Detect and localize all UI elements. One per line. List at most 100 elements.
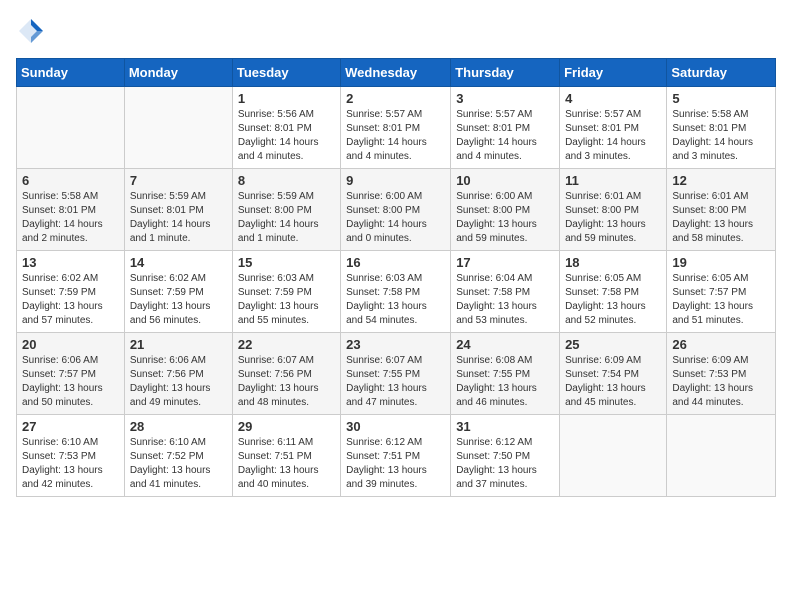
day-number: 14	[130, 255, 227, 270]
day-info: Sunrise: 6:12 AM Sunset: 7:51 PM Dayligh…	[346, 436, 445, 492]
calendar-cell: 13 Sunrise: 6:02 AM Sunset: 7:59 PM Dayli…	[17, 251, 125, 333]
calendar-cell: 8 Sunrise: 5:59 AM Sunset: 8:00 PM Daylig…	[232, 169, 340, 251]
calendar-header-wednesday: Wednesday	[341, 59, 451, 87]
day-info: Sunrise: 5:58 AM Sunset: 8:01 PM Dayligh…	[22, 190, 119, 246]
day-number: 13	[22, 255, 119, 270]
calendar-cell: 10Sunrise: 6:00 AM Sunset: 8:00 PM Dayli…	[451, 169, 560, 251]
calendar-cell: 2 Sunrise: 5:57 AM Sunset: 8:01 PM Daylig…	[341, 87, 451, 169]
calendar-header-monday: Monday	[124, 59, 232, 87]
calendar-table: SundayMondayTuesdayWednesdayThursdayFrid…	[16, 58, 776, 497]
day-number: 20	[22, 337, 119, 352]
calendar-cell	[667, 415, 776, 497]
day-info: Sunrise: 6:09 AM Sunset: 7:54 PM Dayligh…	[565, 354, 661, 410]
day-info: Sunrise: 6:11 AM Sunset: 7:51 PM Dayligh…	[238, 436, 335, 492]
calendar-cell	[17, 87, 125, 169]
day-number: 19	[672, 255, 770, 270]
day-number: 8	[238, 173, 335, 188]
calendar-cell: 17 Sunrise: 6:04 AM Sunset: 7:58 PM Dayli…	[451, 251, 560, 333]
day-info: Sunrise: 6:00 AM Sunset: 8:00 PM Dayligh…	[346, 190, 445, 246]
calendar-week-row: 6 Sunrise: 5:58 AM Sunset: 8:01 PM Daylig…	[17, 169, 776, 251]
calendar-cell: 11Sunrise: 6:01 AM Sunset: 8:00 PM Dayli…	[560, 169, 667, 251]
day-info: Sunrise: 5:57 AM Sunset: 8:01 PM Dayligh…	[456, 108, 554, 164]
day-info: Sunrise: 6:04 AM Sunset: 7:58 PM Dayligh…	[456, 272, 554, 328]
day-info: Sunrise: 6:00 AM Sunset: 8:00 PM Dayligh…	[456, 190, 554, 246]
calendar-cell: 12 Sunrise: 6:01 AM Sunset: 8:00 PM Dayli…	[667, 169, 776, 251]
day-info: Sunrise: 5:57 AM Sunset: 8:01 PM Dayligh…	[346, 108, 445, 164]
calendar-week-row: 27Sunrise: 6:10 AM Sunset: 7:53 PM Dayli…	[17, 415, 776, 497]
day-number: 4	[565, 91, 661, 106]
day-info: Sunrise: 5:58 AM Sunset: 8:01 PM Dayligh…	[672, 108, 770, 164]
calendar-week-row: 20 Sunrise: 6:06 AM Sunset: 7:57 PM Dayli…	[17, 333, 776, 415]
day-number: 9	[346, 173, 445, 188]
day-info: Sunrise: 6:10 AM Sunset: 7:53 PM Dayligh…	[22, 436, 119, 492]
day-info: Sunrise: 6:03 AM Sunset: 7:58 PM Dayligh…	[346, 272, 445, 328]
calendar-cell: 24 Sunrise: 6:08 AM Sunset: 7:55 PM Dayli…	[451, 333, 560, 415]
day-number: 5	[672, 91, 770, 106]
day-number: 18	[565, 255, 661, 270]
day-info: Sunrise: 6:01 AM Sunset: 8:00 PM Dayligh…	[565, 190, 661, 246]
logo-icon	[16, 16, 46, 46]
day-info: Sunrise: 6:08 AM Sunset: 7:55 PM Dayligh…	[456, 354, 554, 410]
calendar-header-sunday: Sunday	[17, 59, 125, 87]
calendar-cell: 16 Sunrise: 6:03 AM Sunset: 7:58 PM Dayli…	[341, 251, 451, 333]
calendar-cell: 30 Sunrise: 6:12 AM Sunset: 7:51 PM Dayli…	[341, 415, 451, 497]
calendar-cell: 9 Sunrise: 6:00 AM Sunset: 8:00 PM Daylig…	[341, 169, 451, 251]
calendar-cell: 4 Sunrise: 5:57 AM Sunset: 8:01 PM Daylig…	[560, 87, 667, 169]
calendar-cell: 3Sunrise: 5:57 AM Sunset: 8:01 PM Daylig…	[451, 87, 560, 169]
day-number: 28	[130, 419, 227, 434]
calendar-cell: 18 Sunrise: 6:05 AM Sunset: 7:58 PM Dayli…	[560, 251, 667, 333]
calendar-cell: 21 Sunrise: 6:06 AM Sunset: 7:56 PM Dayli…	[124, 333, 232, 415]
calendar-header-tuesday: Tuesday	[232, 59, 340, 87]
day-info: Sunrise: 5:59 AM Sunset: 8:01 PM Dayligh…	[130, 190, 227, 246]
day-number: 15	[238, 255, 335, 270]
calendar-cell: 6 Sunrise: 5:58 AM Sunset: 8:01 PM Daylig…	[17, 169, 125, 251]
day-number: 29	[238, 419, 335, 434]
calendar-cell: 15 Sunrise: 6:03 AM Sunset: 7:59 PM Dayli…	[232, 251, 340, 333]
calendar-cell: 5 Sunrise: 5:58 AM Sunset: 8:01 PM Daylig…	[667, 87, 776, 169]
day-number: 16	[346, 255, 445, 270]
day-number: 1	[238, 91, 335, 106]
calendar-cell: 26Sunrise: 6:09 AM Sunset: 7:53 PM Dayli…	[667, 333, 776, 415]
calendar-cell: 27Sunrise: 6:10 AM Sunset: 7:53 PM Dayli…	[17, 415, 125, 497]
day-number: 23	[346, 337, 445, 352]
calendar-header-thursday: Thursday	[451, 59, 560, 87]
day-info: Sunrise: 6:05 AM Sunset: 7:57 PM Dayligh…	[672, 272, 770, 328]
calendar-cell: 19 Sunrise: 6:05 AM Sunset: 7:57 PM Dayli…	[667, 251, 776, 333]
calendar-cell: 25 Sunrise: 6:09 AM Sunset: 7:54 PM Dayli…	[560, 333, 667, 415]
calendar-week-row: 1 Sunrise: 5:56 AM Sunset: 8:01 PM Daylig…	[17, 87, 776, 169]
calendar-cell: 1 Sunrise: 5:56 AM Sunset: 8:01 PM Daylig…	[232, 87, 340, 169]
calendar-week-row: 13 Sunrise: 6:02 AM Sunset: 7:59 PM Dayli…	[17, 251, 776, 333]
day-info: Sunrise: 5:57 AM Sunset: 8:01 PM Dayligh…	[565, 108, 661, 164]
day-info: Sunrise: 6:07 AM Sunset: 7:56 PM Dayligh…	[238, 354, 335, 410]
day-info: Sunrise: 6:03 AM Sunset: 7:59 PM Dayligh…	[238, 272, 335, 328]
calendar-cell: 14 Sunrise: 6:02 AM Sunset: 7:59 PM Dayli…	[124, 251, 232, 333]
day-number: 26	[672, 337, 770, 352]
day-number: 6	[22, 173, 119, 188]
day-number: 22	[238, 337, 335, 352]
day-info: Sunrise: 6:02 AM Sunset: 7:59 PM Dayligh…	[130, 272, 227, 328]
day-info: Sunrise: 6:06 AM Sunset: 7:56 PM Dayligh…	[130, 354, 227, 410]
day-info: Sunrise: 5:59 AM Sunset: 8:00 PM Dayligh…	[238, 190, 335, 246]
day-info: Sunrise: 6:06 AM Sunset: 7:57 PM Dayligh…	[22, 354, 119, 410]
day-info: Sunrise: 6:02 AM Sunset: 7:59 PM Dayligh…	[22, 272, 119, 328]
day-number: 7	[130, 173, 227, 188]
page-header	[16, 16, 776, 46]
calendar-cell: 28Sunrise: 6:10 AM Sunset: 7:52 PM Dayli…	[124, 415, 232, 497]
calendar-cell: 31Sunrise: 6:12 AM Sunset: 7:50 PM Dayli…	[451, 415, 560, 497]
calendar-cell: 7 Sunrise: 5:59 AM Sunset: 8:01 PM Daylig…	[124, 169, 232, 251]
day-number: 12	[672, 173, 770, 188]
day-number: 24	[456, 337, 554, 352]
calendar-header-saturday: Saturday	[667, 59, 776, 87]
day-number: 21	[130, 337, 227, 352]
day-number: 2	[346, 91, 445, 106]
day-info: Sunrise: 5:56 AM Sunset: 8:01 PM Dayligh…	[238, 108, 335, 164]
day-info: Sunrise: 6:05 AM Sunset: 7:58 PM Dayligh…	[565, 272, 661, 328]
calendar-cell: 22 Sunrise: 6:07 AM Sunset: 7:56 PM Dayli…	[232, 333, 340, 415]
calendar-header-friday: Friday	[560, 59, 667, 87]
day-number: 30	[346, 419, 445, 434]
day-number: 17	[456, 255, 554, 270]
calendar-cell: 20 Sunrise: 6:06 AM Sunset: 7:57 PM Dayli…	[17, 333, 125, 415]
calendar-cell: 29 Sunrise: 6:11 AM Sunset: 7:51 PM Dayli…	[232, 415, 340, 497]
day-number: 25	[565, 337, 661, 352]
day-info: Sunrise: 6:01 AM Sunset: 8:00 PM Dayligh…	[672, 190, 770, 246]
